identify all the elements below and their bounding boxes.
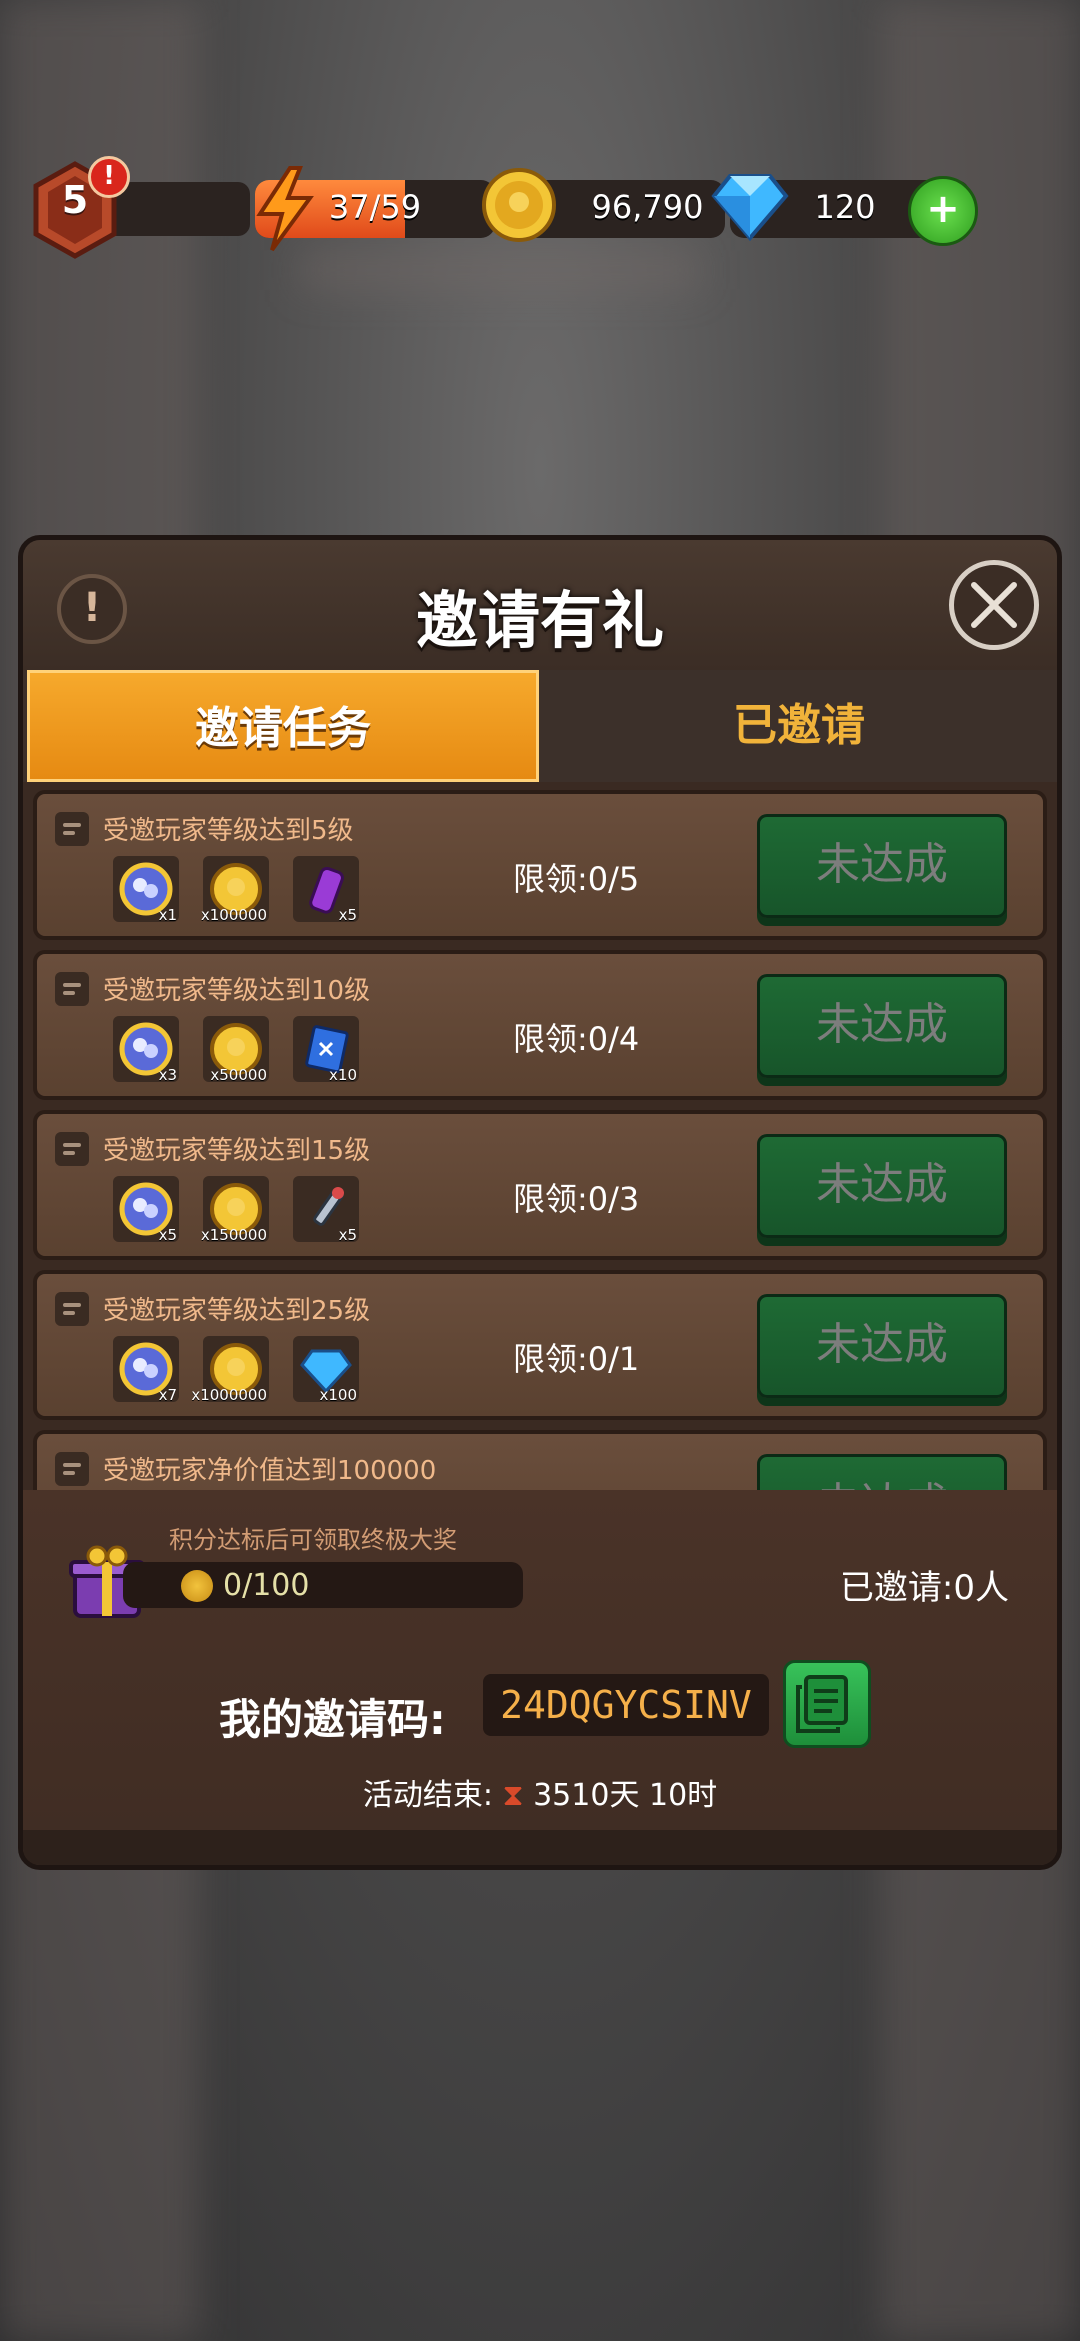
- task-row: 受邀玩家等级达到5级 x1 x100000 x5 限领:0/5 未达成: [33, 790, 1047, 940]
- tab-bar: 邀请任务 已邀请: [23, 670, 1057, 782]
- panel-bottom-strip: [23, 1830, 1057, 1865]
- gold-coin-icon[interactable]: x100000: [200, 856, 269, 924]
- tab-invited[interactable]: 已邀请: [545, 670, 1053, 782]
- task-list-icon: [55, 1132, 89, 1166]
- task-list-icon: [55, 812, 89, 846]
- progress-hint: 积分达标后可领取终极大奖: [169, 1526, 457, 1554]
- reward-quantity: x1000000: [191, 1386, 267, 1404]
- energy-can-icon[interactable]: x5: [293, 856, 359, 924]
- reward-quantity: x100000: [200, 906, 267, 924]
- copy-button[interactable]: [783, 1660, 871, 1748]
- task-title: 受邀玩家等级达到5级: [103, 816, 354, 846]
- claim-limit: 限领:0/5: [513, 860, 640, 898]
- task-title: 受邀玩家等级达到10级: [103, 976, 371, 1006]
- gem-amount: 120: [814, 188, 876, 226]
- reward-quantity: x5: [338, 1226, 357, 1244]
- points-icon: [181, 1570, 213, 1602]
- task-title: 受邀玩家等级达到25级: [103, 1296, 371, 1326]
- progress-text: 0/100: [223, 1568, 310, 1603]
- blue-token-icon[interactable]: x1: [113, 856, 179, 924]
- task-list-icon: [55, 972, 89, 1006]
- not-achieved-button[interactable]: 未达成: [757, 814, 1007, 918]
- claim-limit: 限领:0/3: [513, 1180, 640, 1218]
- blue-token-icon[interactable]: x3: [113, 1016, 179, 1084]
- diamond-icon[interactable]: x100: [293, 1336, 359, 1404]
- task-list-icon: [55, 1452, 89, 1486]
- reward-quantity: x1: [158, 906, 177, 924]
- blue-token-icon[interactable]: x7: [113, 1336, 179, 1404]
- reward-quantity: x10: [329, 1066, 357, 1084]
- event-end-label: 活动结束:: [362, 1778, 493, 1813]
- task-list-icon: [55, 1292, 89, 1326]
- reward-quantity: x5: [158, 1226, 177, 1244]
- panel-footer: 积分达标后可领取终极大奖 0/100 已邀请:0人 我的邀请码: 24DQGYC…: [23, 1490, 1057, 1865]
- alert-icon: !: [88, 156, 130, 198]
- claim-limit: 限领:0/1: [513, 1340, 640, 1378]
- reward-quantity: x100: [319, 1386, 357, 1404]
- blue-token-icon[interactable]: x5: [113, 1176, 179, 1244]
- reward-quantity: x3: [158, 1066, 177, 1084]
- invite-code: 24DQGYCSINV: [483, 1674, 769, 1736]
- reward-quantity: x50000: [210, 1066, 267, 1084]
- top-hud: 5 ! 37/59 96,790 120 +: [30, 156, 1050, 260]
- reward-quantity: x5: [338, 906, 357, 924]
- task-list[interactable]: 受邀玩家等级达到5级 x1 x100000 x5 限领:0/5 未达成 受邀玩家等级达到10…: [33, 790, 1047, 1498]
- gold-coin-icon[interactable]: x50000: [203, 1016, 269, 1084]
- task-row: 受邀玩家等级达到25级 x7 x1000000 x100 限领:0/1 未达成: [33, 1270, 1047, 1420]
- add-gems-button[interactable]: +: [908, 176, 978, 246]
- close-button[interactable]: [949, 560, 1039, 650]
- task-title: 受邀玩家等级达到15级: [103, 1136, 371, 1166]
- close-icon: [971, 582, 1017, 628]
- lightning-bolt-icon: [256, 166, 314, 252]
- reward-quantity: x7: [158, 1386, 177, 1404]
- task-row: 受邀玩家等级达到10级 x3 x50000 x10 限领:0/4 未达成: [33, 950, 1047, 1100]
- task-row: 受邀玩家净价值达到100000未达成: [33, 1430, 1047, 1498]
- not-achieved-button[interactable]: 未达成: [757, 974, 1007, 1078]
- task-row: 受邀玩家等级达到15级 x5 x150000 x5 限领:0/3 未达成: [33, 1110, 1047, 1260]
- panel-title: 邀请有礼: [415, 584, 664, 657]
- not-achieved-button[interactable]: 未达成: [757, 1134, 1007, 1238]
- invited-count: 已邀请:0人: [839, 1568, 1009, 1608]
- reward-quantity: x150000: [200, 1226, 267, 1244]
- hourglass-icon: ⧗: [502, 1778, 524, 1813]
- coin-amount: 96,790: [591, 188, 704, 226]
- event-end-time: 3510天 10时: [533, 1778, 718, 1813]
- claim-limit: 限领:0/4: [513, 1020, 640, 1058]
- gold-coin-icon: [482, 168, 556, 242]
- syringe-icon[interactable]: x5: [293, 1176, 359, 1244]
- invite-panel: ! 邀请有礼 邀请任务 已邀请 受邀玩家等级达到5级 x1 x100000 x5 限领:…: [18, 535, 1062, 1870]
- copy-icon: [796, 1675, 848, 1733]
- not-achieved-button[interactable]: 未达成: [757, 1294, 1007, 1398]
- blueprint-icon[interactable]: x10: [293, 1016, 359, 1084]
- invite-code-label: 我的邀请码:: [219, 1695, 446, 1744]
- tab-invite-tasks[interactable]: 邀请任务: [27, 670, 539, 782]
- gold-coin-icon[interactable]: x150000: [200, 1176, 269, 1244]
- gold-coin-icon[interactable]: x1000000: [191, 1336, 269, 1404]
- panel-header: ! 邀请有礼: [23, 540, 1057, 670]
- diamond-icon: [711, 174, 789, 242]
- task-title: 受邀玩家净价值达到100000: [103, 1456, 437, 1486]
- event-end: 活动结束: ⧗ 3510天 10时: [23, 1770, 1057, 1814]
